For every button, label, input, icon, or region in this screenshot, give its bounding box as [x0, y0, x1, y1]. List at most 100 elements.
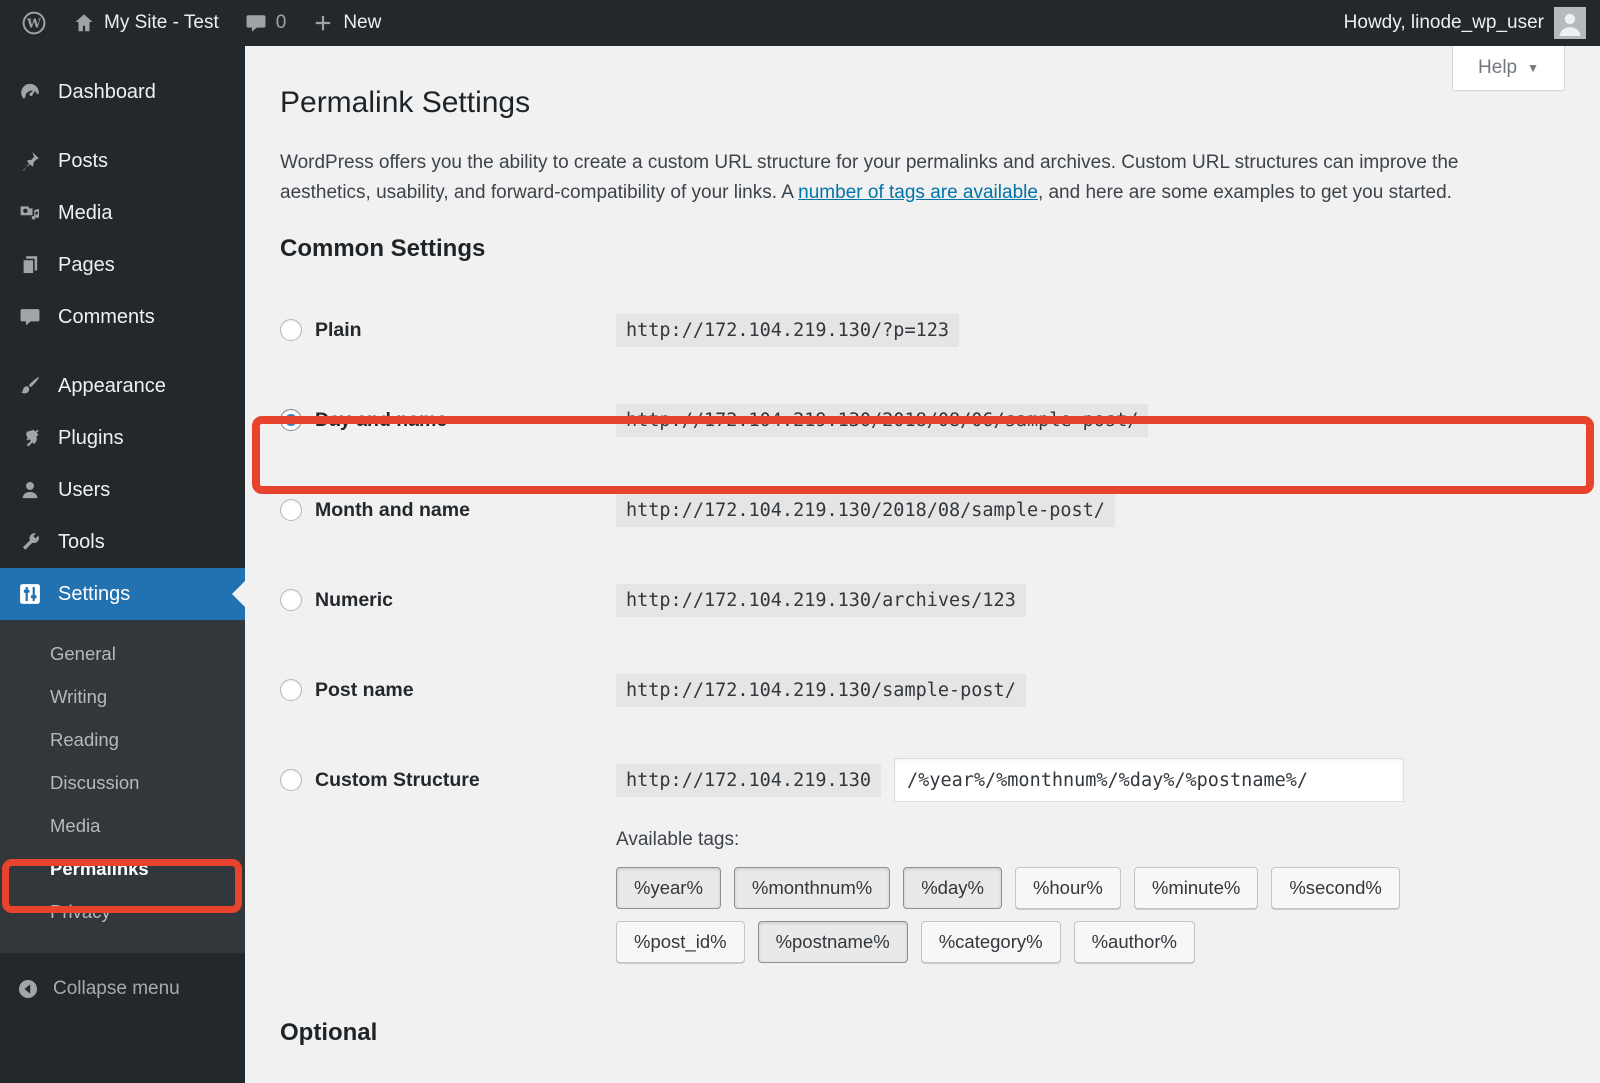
sidebar-item-label: Posts: [58, 149, 109, 172]
sidebar-item-label: Dashboard: [58, 80, 156, 103]
tags-row: %year% %monthnum% %day% %hour% %minute% …: [616, 867, 1560, 921]
pages-icon: [17, 254, 43, 276]
example-url: http://172.104.219.130/2018/08/06/sample…: [616, 403, 1149, 437]
plug-icon: [17, 427, 43, 449]
chevron-down-icon: ▼: [1527, 61, 1539, 75]
help-button[interactable]: Help ▼: [1452, 46, 1565, 91]
sidebar-item-label: Tools: [58, 530, 105, 553]
example-url: http://172.104.219.130/2018/08/sample-po…: [616, 493, 1115, 527]
sidebar-separator: [0, 343, 245, 360]
admin-sidebar: Dashboard Posts Media Pages Comments App…: [0, 46, 245, 1083]
tag-button-category[interactable]: %category%: [920, 921, 1061, 963]
sidebar-item-tools[interactable]: Tools: [0, 516, 245, 568]
sidebar-item-label: Comments: [58, 305, 155, 328]
option-label: Month and name: [315, 498, 470, 521]
sidebar-item-dashboard[interactable]: Dashboard: [0, 66, 245, 118]
sidebar-item-settings[interactable]: Settings: [0, 568, 245, 620]
comments-icon: [17, 306, 43, 328]
sidebar-item-pages[interactable]: Pages: [0, 239, 245, 291]
radio-post-name[interactable]: [280, 679, 302, 701]
tag-button-day[interactable]: %day%: [903, 867, 1002, 909]
sidebar-item-label: Plugins: [58, 426, 124, 449]
pushpin-icon: [17, 150, 43, 172]
new-content-button[interactable]: New: [299, 0, 394, 46]
option-label: Numeric: [315, 588, 394, 611]
option-row-post-name: Post name http://172.104.219.130/sample-…: [280, 645, 1560, 735]
intro-text: WordPress offers you the ability to crea…: [280, 148, 1543, 207]
sidebar-item-reading[interactable]: Reading: [0, 718, 245, 761]
option-label: Post name: [315, 678, 414, 701]
sidebar-item-permalinks[interactable]: Permalinks: [0, 847, 245, 890]
collapse-menu-button[interactable]: Collapse menu: [0, 963, 245, 1015]
home-icon: [73, 12, 95, 34]
sidebar-item-posts[interactable]: Posts: [0, 135, 245, 187]
tag-button-author[interactable]: %author%: [1073, 921, 1195, 963]
svg-text:W: W: [26, 16, 42, 31]
tag-button-post-id[interactable]: %post_id%: [616, 921, 745, 963]
site-name-button[interactable]: My Site - Test: [60, 0, 232, 46]
sidebar-item-general[interactable]: General: [0, 632, 245, 675]
sidebar-item-discussion[interactable]: Discussion: [0, 761, 245, 804]
new-label: New: [343, 12, 382, 33]
example-url: http://172.104.219.130/archives/123: [616, 583, 1026, 617]
settings-submenu: General Writing Reading Discussion Media…: [0, 620, 245, 953]
user-icon: [17, 479, 43, 501]
radio-numeric[interactable]: [280, 589, 302, 611]
option-row-day-and-name: Day and name http://172.104.219.130/2018…: [280, 375, 1560, 465]
page-title: Permalink Settings: [280, 86, 531, 119]
sidebar-item-label: Pages: [58, 253, 115, 276]
main-content: Help ▼ Permalink Settings WordPress offe…: [245, 46, 1600, 1083]
option-label: Day and name: [315, 408, 448, 431]
sidebar-item-label: Users: [58, 478, 111, 501]
radio-custom-structure[interactable]: [280, 769, 302, 791]
available-tags-section: Available tags: %year% %monthnum% %day% …: [616, 829, 1560, 975]
radio-month-and-name[interactable]: [280, 499, 302, 521]
tag-button-postname[interactable]: %postname%: [757, 921, 908, 963]
common-settings-heading: Common Settings: [280, 235, 486, 262]
option-row-custom-structure: Custom Structure http://172.104.219.130: [280, 735, 1560, 825]
avatar[interactable]: [1554, 7, 1586, 39]
custom-structure-base-url: http://172.104.219.130: [616, 763, 882, 797]
sidebar-item-users[interactable]: Users: [0, 464, 245, 516]
tag-button-second[interactable]: %second%: [1271, 867, 1400, 909]
sidebar-item-comments[interactable]: Comments: [0, 291, 245, 343]
brush-icon: [17, 375, 43, 397]
tag-button-monthnum[interactable]: %monthnum%: [733, 867, 891, 909]
plus-icon: [312, 12, 334, 34]
comment-count: 0: [275, 12, 287, 33]
help-label: Help: [1478, 57, 1518, 78]
example-url: http://172.104.219.130/?p=123: [616, 313, 960, 347]
intro-after-link: , and here are some examples to get you …: [1037, 181, 1452, 203]
collapse-menu-label: Collapse menu: [53, 978, 180, 999]
dashboard-icon: [17, 81, 43, 103]
tag-button-year[interactable]: %year%: [616, 867, 721, 909]
tags-available-link[interactable]: number of tags are available: [798, 182, 1038, 203]
tags-row: %post_id% %postname% %category% %author%: [616, 921, 1560, 975]
sidebar-item-media[interactable]: Media: [0, 187, 245, 239]
option-row-month-and-name: Month and name http://172.104.219.130/20…: [280, 465, 1560, 555]
collapse-arrow-icon: [15, 978, 41, 1000]
sidebar-separator: [0, 118, 245, 135]
wordpress-logo-icon: W: [21, 10, 47, 36]
settings-icon: [17, 583, 43, 605]
howdy-user-link[interactable]: Howdy, linode_wp_user: [1344, 12, 1544, 34]
sidebar-item-writing[interactable]: Writing: [0, 675, 245, 718]
wordpress-menu-button[interactable]: W: [8, 0, 60, 46]
radio-plain[interactable]: [280, 319, 302, 341]
comments-pending-button[interactable]: 0: [232, 0, 300, 46]
available-tags-label: Available tags:: [616, 829, 740, 850]
radio-day-and-name[interactable]: [280, 409, 302, 431]
sidebar-item-plugins[interactable]: Plugins: [0, 412, 245, 464]
sidebar-item-appearance[interactable]: Appearance: [0, 360, 245, 412]
permalink-options: Plain http://172.104.219.130/?p=123 Day …: [280, 285, 1560, 825]
sidebar-item-label: Appearance: [58, 374, 166, 397]
tag-button-minute[interactable]: %minute%: [1133, 867, 1259, 909]
custom-structure-input[interactable]: [894, 758, 1405, 802]
sidebar-item-media-settings[interactable]: Media: [0, 804, 245, 847]
wrench-icon: [17, 531, 43, 553]
example-url: http://172.104.219.130/sample-post/: [616, 673, 1026, 707]
sidebar-item-privacy[interactable]: Privacy: [0, 890, 245, 933]
sidebar-item-label: Settings: [58, 582, 131, 605]
admin-bar: W My Site - Test 0 New Howdy, linode_wp_…: [0, 0, 1600, 46]
tag-button-hour[interactable]: %hour%: [1014, 867, 1121, 909]
